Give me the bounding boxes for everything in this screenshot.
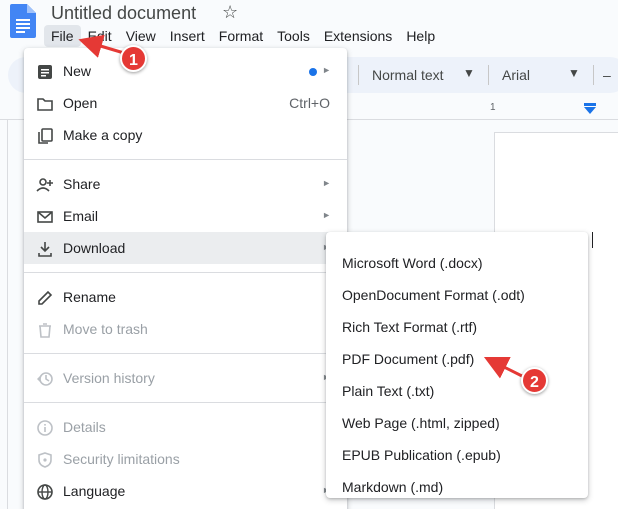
menu-divider [24, 159, 347, 160]
submenu-arrow-icon: ► [322, 178, 331, 188]
download-option-odt[interactable]: OpenDocument Format (.odt) [326, 272, 588, 304]
download-option-rtf[interactable]: Rich Text Format (.rtf) [326, 304, 588, 336]
download-option-html[interactable]: Web Page (.html, zipped) [326, 400, 588, 432]
toolbar-divider [593, 65, 594, 85]
step-badge-2: 2 [521, 367, 548, 394]
shield-icon [38, 452, 52, 468]
chevron-down-icon[interactable]: ▼ [568, 66, 580, 80]
email-icon [37, 211, 53, 223]
menu-item-label: Plain Text (.txt) [342, 383, 435, 399]
menu-item-language[interactable]: Language ► [24, 475, 347, 507]
menu-item-move-to-trash[interactable]: Move to trash [24, 313, 347, 345]
menu-item-label: New [63, 63, 92, 79]
trash-icon [39, 323, 51, 338]
menu-item-security-limitations[interactable]: Security limitations [24, 443, 347, 475]
menu-item-new[interactable]: New ► [24, 55, 347, 87]
submenu-arrow-icon: ► [322, 65, 331, 75]
download-submenu: Microsoft Word (.docx) OpenDocument Form… [326, 232, 588, 498]
menu-item-label: Open [63, 95, 98, 111]
menu-item-label: Share [63, 176, 101, 192]
menu-item-open[interactable]: Open Ctrl+O [24, 87, 347, 119]
menu-item-email[interactable]: Email ► [24, 200, 347, 232]
pencil-icon [38, 290, 53, 305]
menu-item-label: Version history [63, 370, 155, 386]
menu-item-details[interactable]: Details [24, 411, 347, 443]
menu-item-label: Web Page (.html, zipped) [342, 415, 500, 431]
share-person-icon [36, 178, 53, 192]
chevron-down-icon[interactable]: ▼ [463, 66, 475, 80]
menu-item-rename[interactable]: Rename [24, 281, 347, 313]
menu-item-label: OpenDocument Format (.odt) [342, 287, 525, 303]
shortcut-text: Ctrl+O [289, 95, 330, 111]
menu-item-share[interactable]: Share ► [24, 168, 347, 200]
menu-divider [24, 272, 347, 273]
menu-item-version-history[interactable]: Version history ► [24, 362, 347, 394]
menu-item-label: Move to trash [63, 321, 148, 337]
menu-extensions[interactable]: Extensions [317, 25, 399, 47]
folder-icon [37, 98, 53, 111]
menu-item-download[interactable]: Download ► [24, 232, 347, 264]
vertical-ruler [0, 120, 8, 509]
menu-divider [24, 402, 347, 403]
menu-item-label: Rename [63, 289, 116, 305]
toolbar-divider [488, 65, 489, 85]
menu-item-label: Markdown (.md) [342, 479, 444, 495]
font-select[interactable]: Arial [502, 67, 530, 83]
download-option-docx[interactable]: Microsoft Word (.docx) [326, 240, 588, 272]
menu-format[interactable]: Format [212, 25, 270, 47]
toolbar-divider [358, 65, 359, 85]
menu-item-label: Email [63, 208, 99, 224]
menu-item-label: PDF Document (.pdf) [342, 351, 475, 367]
menu-item-label: Microsoft Word (.docx) [342, 255, 483, 271]
star-icon[interactable]: ☆ [222, 2, 238, 23]
indent-marker-icon[interactable] [584, 103, 596, 115]
info-icon [37, 420, 53, 436]
menu-item-label: Rich Text Format (.rtf) [342, 319, 478, 335]
paragraph-style-select[interactable]: Normal text [372, 67, 444, 83]
text-cursor [592, 232, 593, 248]
file-menu: New ► Open Ctrl+O Make a copy Share ► Em… [24, 48, 347, 509]
menu-file[interactable]: File [44, 25, 81, 47]
menu-insert[interactable]: Insert [163, 25, 212, 47]
menubar: File Edit View Insert Format Tools Exten… [44, 25, 442, 47]
download-icon [38, 242, 52, 257]
menu-item-label: Security limitations [63, 451, 180, 467]
menu-view[interactable]: View [119, 25, 163, 47]
download-option-txt[interactable]: Plain Text (.txt) [326, 368, 588, 400]
download-option-epub[interactable]: EPUB Publication (.epub) [326, 432, 588, 464]
new-doc-icon [38, 65, 52, 79]
history-icon [37, 372, 53, 386]
menu-item-make-copy[interactable]: Make a copy [24, 119, 347, 151]
submenu-arrow-icon: ► [322, 210, 331, 220]
menu-item-label: Download [63, 240, 126, 256]
docs-logo-icon[interactable] [10, 4, 36, 38]
menu-help[interactable]: Help [399, 25, 442, 47]
menu-item-label: Language [63, 483, 126, 499]
menu-divider [24, 353, 347, 354]
menu-item-label: EPUB Publication (.epub) [342, 447, 501, 463]
menu-item-label: Details [63, 419, 106, 435]
ruler-number: 1 [490, 102, 496, 113]
copy-icon [38, 128, 53, 144]
decrease-font-size-button[interactable]: – [603, 67, 611, 83]
document-title[interactable]: Untitled document [51, 3, 196, 24]
menu-edit[interactable]: Edit [81, 25, 119, 47]
menu-item-label: Make a copy [63, 127, 143, 143]
download-option-pdf[interactable]: PDF Document (.pdf) [326, 336, 588, 368]
menu-tools[interactable]: Tools [270, 25, 317, 47]
step-badge-1: 1 [120, 45, 147, 72]
globe-icon [37, 484, 53, 500]
download-option-md[interactable]: Markdown (.md) [326, 464, 588, 496]
new-indicator-dot [309, 68, 317, 76]
